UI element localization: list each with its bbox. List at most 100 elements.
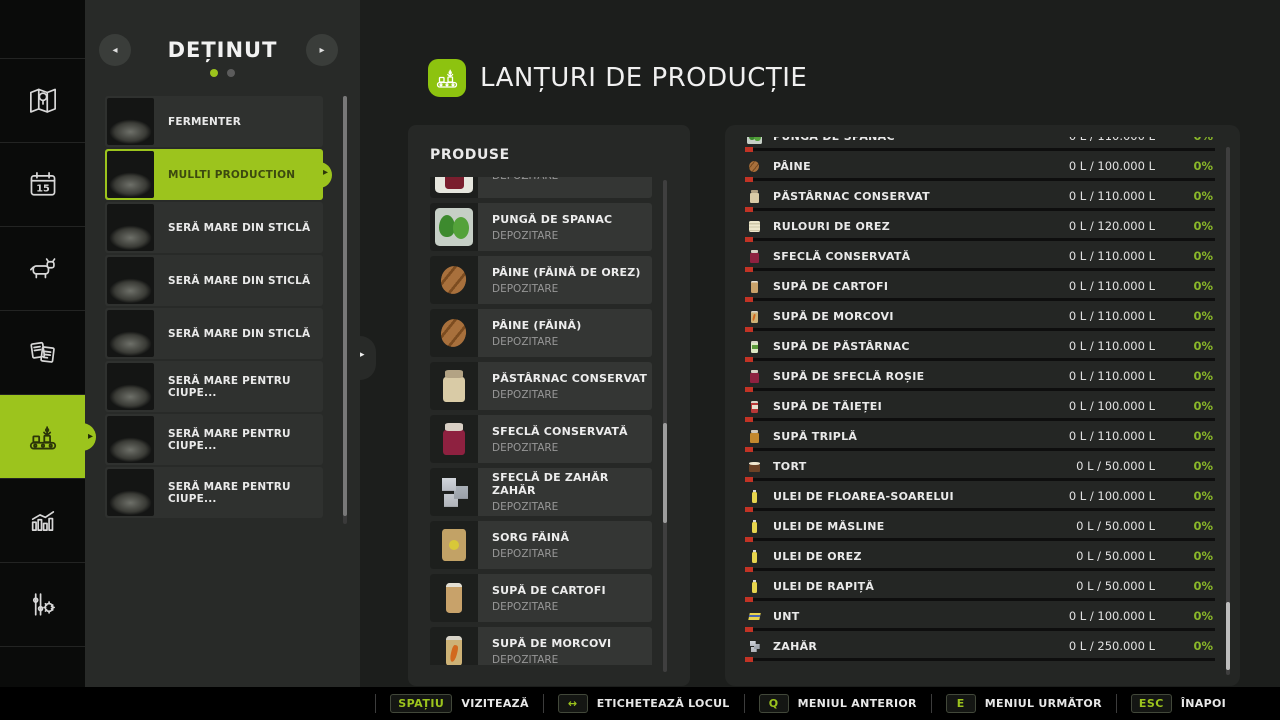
storage-row[interactable]: SUPĂ DE TĂIEȚEI 0 L / 100.000 L 0% bbox=[745, 392, 1215, 422]
storage-percent: 0% bbox=[1193, 219, 1213, 233]
finances-icon bbox=[29, 341, 55, 363]
product-icon bbox=[747, 519, 762, 534]
product-icon-tile bbox=[430, 256, 478, 304]
owned-facility-item[interactable]: SERĂ MARE DIN STICLĂ bbox=[105, 255, 323, 306]
storage-row[interactable]: SFECLĂ CONSERVATĂ 0 L / 110.000 L 0% bbox=[745, 242, 1215, 272]
storage-quantity: 0 L / 110.000 L bbox=[1068, 189, 1155, 203]
storage-product-name: UNT bbox=[773, 610, 800, 623]
product-card[interactable]: SUPĂ DE CARTOFI DEPOZITARE bbox=[430, 574, 652, 622]
facility-thumbnail bbox=[107, 204, 154, 251]
sidebar-item-animals[interactable] bbox=[0, 227, 85, 311]
owned-facility-item[interactable]: SERĂ MARE DIN STICLĂ bbox=[105, 202, 323, 253]
fill-bar-track bbox=[745, 327, 1215, 332]
production-icon bbox=[29, 425, 56, 449]
product-icon-tile bbox=[430, 627, 478, 665]
fill-bar-track bbox=[745, 297, 1215, 302]
help-bar: SPAȚIU VIZITEAZĂ ↔ ETICHETEAZĂ LOCUL Q M… bbox=[0, 687, 1280, 720]
product-card[interactable]: SUPĂ DE MORCOVI DEPOZITARE bbox=[430, 627, 652, 665]
storage-row[interactable]: ULEI DE RAPIȚĂ 0 L / 50.000 L 0% bbox=[745, 572, 1215, 602]
storage-percent: 0% bbox=[1193, 459, 1213, 473]
product-icon bbox=[435, 261, 473, 299]
sidebar-item-finances[interactable] bbox=[0, 311, 85, 395]
sidebar-item-statistics[interactable] bbox=[0, 479, 85, 563]
storage-quantity: 0 L / 110.000 L bbox=[1068, 339, 1155, 353]
storage-row[interactable]: SUPĂ DE SFECLĂ ROȘIE 0 L / 110.000 L 0% bbox=[745, 362, 1215, 392]
product-storage-label: DEPOZITARE bbox=[492, 335, 559, 348]
facility-label: SERĂ MARE PENTRU CIUPE... bbox=[168, 427, 291, 452]
product-card[interactable]: SORG FĂINĂ DEPOZITARE bbox=[430, 521, 652, 569]
owned-facility-item[interactable]: SERĂ MARE PENTRU CIUPE... bbox=[105, 414, 323, 465]
storage-row[interactable]: PÂINE 0 L / 100.000 L 0% bbox=[745, 152, 1215, 182]
next-page-button[interactable]: ▸ bbox=[306, 34, 338, 66]
help-hint: ↔ ETICHETEAZĂ LOCUL bbox=[542, 694, 744, 713]
storage-percent: 0% bbox=[1193, 249, 1213, 263]
help-hint: ESC ÎNAPOI bbox=[1115, 694, 1240, 713]
storage-row[interactable]: SUPĂ TRIPLĂ 0 L / 110.000 L 0% bbox=[745, 422, 1215, 452]
next-arrow-icon: ▸ bbox=[319, 44, 325, 56]
storage-product-name: ULEI DE RAPIȚĂ bbox=[773, 580, 875, 593]
product-icon bbox=[747, 279, 762, 294]
storage-row[interactable]: ULEI DE MĂSLINE 0 L / 50.000 L 0% bbox=[745, 512, 1215, 542]
owned-facility-item[interactable]: SERĂ MARE DIN STICLĂ bbox=[105, 308, 323, 359]
storage-quantity: 0 L / 50.000 L bbox=[1076, 459, 1155, 473]
storage-row[interactable]: ULEI DE OREZ 0 L / 50.000 L 0% bbox=[745, 542, 1215, 572]
owned-facility-item[interactable]: SERĂ MARE PENTRU CIUPE... bbox=[105, 467, 323, 518]
product-name: PĂSTÂRNAC CONSERVAT bbox=[492, 371, 648, 385]
products-panel-title: PRODUSE bbox=[430, 147, 510, 163]
owned-facility-item[interactable]: MULLTI PRODUCTION bbox=[105, 149, 332, 200]
product-card[interactable]: DEPOZITARE bbox=[430, 177, 652, 198]
fill-bar-track bbox=[745, 357, 1215, 362]
storage-row[interactable]: RULOURI DE OREZ 0 L / 120.000 L 0% bbox=[745, 212, 1215, 242]
storage-percent: 0% bbox=[1193, 399, 1213, 413]
facility-label: SERĂ MARE PENTRU CIUPE... bbox=[168, 480, 291, 505]
storage-row[interactable]: TORT 0 L / 50.000 L 0% bbox=[745, 452, 1215, 482]
storage-product-name: SUPĂ TRIPLĂ bbox=[773, 430, 858, 443]
storage-quantity: 0 L / 110.000 L bbox=[1068, 309, 1155, 323]
product-card[interactable]: SFECLĂ CONSERVATĂ DEPOZITARE bbox=[430, 415, 652, 463]
sidebar-item-map[interactable] bbox=[0, 59, 85, 143]
product-card[interactable]: PÂINE (FĂINĂ DE OREZ) DEPOZITARE bbox=[430, 256, 652, 304]
facility-thumbnail bbox=[107, 151, 154, 198]
storage-percent: 0% bbox=[1193, 339, 1213, 353]
owned-list-scrollbar[interactable] bbox=[343, 96, 347, 524]
storage-quantity: 0 L / 50.000 L bbox=[1076, 519, 1155, 533]
product-icon bbox=[747, 579, 762, 594]
storage-row[interactable]: ULEI DE FLOAREA-SOARELUI 0 L / 100.000 L… bbox=[745, 482, 1215, 512]
storage-row[interactable]: SUPĂ DE MORCOVI 0 L / 110.000 L 0% bbox=[745, 302, 1215, 332]
sidebar-item-production[interactable] bbox=[0, 395, 96, 479]
page-title: LANȚURI DE PRODUCȚIE bbox=[480, 63, 808, 93]
storage-percent: 0% bbox=[1193, 549, 1213, 563]
storage-quantity: 0 L / 100.000 L bbox=[1068, 399, 1155, 413]
storage-product-name: ZAHĂR bbox=[773, 640, 818, 653]
storage-percent: 0% bbox=[1193, 639, 1213, 653]
product-card[interactable]: PÂINE (FĂINĂ) DEPOZITARE bbox=[430, 309, 652, 357]
storage-row[interactable]: UNT 0 L / 100.000 L 0% bbox=[745, 602, 1215, 632]
storage-row[interactable]: SUPĂ DE CARTOFI 0 L / 110.000 L 0% bbox=[745, 272, 1215, 302]
storage-row[interactable]: SUPĂ DE PĂSTÂRNAC 0 L / 110.000 L 0% bbox=[745, 332, 1215, 362]
product-card[interactable]: PĂSTÂRNAC CONSERVAT DEPOZITARE bbox=[430, 362, 652, 410]
storage-row[interactable]: ZAHĂR 0 L / 250.000 L 0% bbox=[745, 632, 1215, 662]
sidebar-item-settings[interactable] bbox=[0, 563, 85, 647]
fill-bar-track bbox=[745, 597, 1215, 602]
product-card[interactable]: PUNGĂ DE SPANAC DEPOZITARE bbox=[430, 203, 652, 251]
facility-label: MULLTI PRODUCTION bbox=[168, 168, 296, 181]
product-icon bbox=[747, 429, 762, 444]
fill-bar-track bbox=[745, 177, 1215, 182]
storage-row[interactable]: PUNGĂ DE SPANAC 0 L / 110.000 L 0% bbox=[745, 137, 1215, 152]
product-icon bbox=[435, 632, 473, 665]
sidebar-item-calendar[interactable]: 15 bbox=[0, 143, 85, 227]
owned-facility-item[interactable]: FERMENTER bbox=[105, 96, 323, 147]
storage-percent: 0% bbox=[1193, 429, 1213, 443]
map-icon bbox=[29, 88, 56, 113]
owned-facility-item[interactable]: SERĂ MARE PENTRU CIUPE... bbox=[105, 361, 323, 412]
storage-quantity: 0 L / 120.000 L bbox=[1068, 219, 1155, 233]
storage-scrollbar[interactable] bbox=[1226, 147, 1230, 675]
product-icon bbox=[435, 367, 473, 405]
storage-row[interactable]: PĂSTÂRNAC CONSERVAT 0 L / 110.000 L 0% bbox=[745, 182, 1215, 212]
help-hint: SPAȚIU VIZITEAZĂ bbox=[375, 694, 543, 713]
product-icon bbox=[747, 249, 762, 264]
product-card[interactable]: SFECLĂ DE ZAHĂR ZAHĂR DEPOZITARE bbox=[430, 468, 652, 516]
products-scrollbar[interactable] bbox=[663, 180, 667, 672]
help-hint: Q MENIUL ANTERIOR bbox=[743, 694, 931, 713]
product-icon bbox=[747, 189, 762, 204]
